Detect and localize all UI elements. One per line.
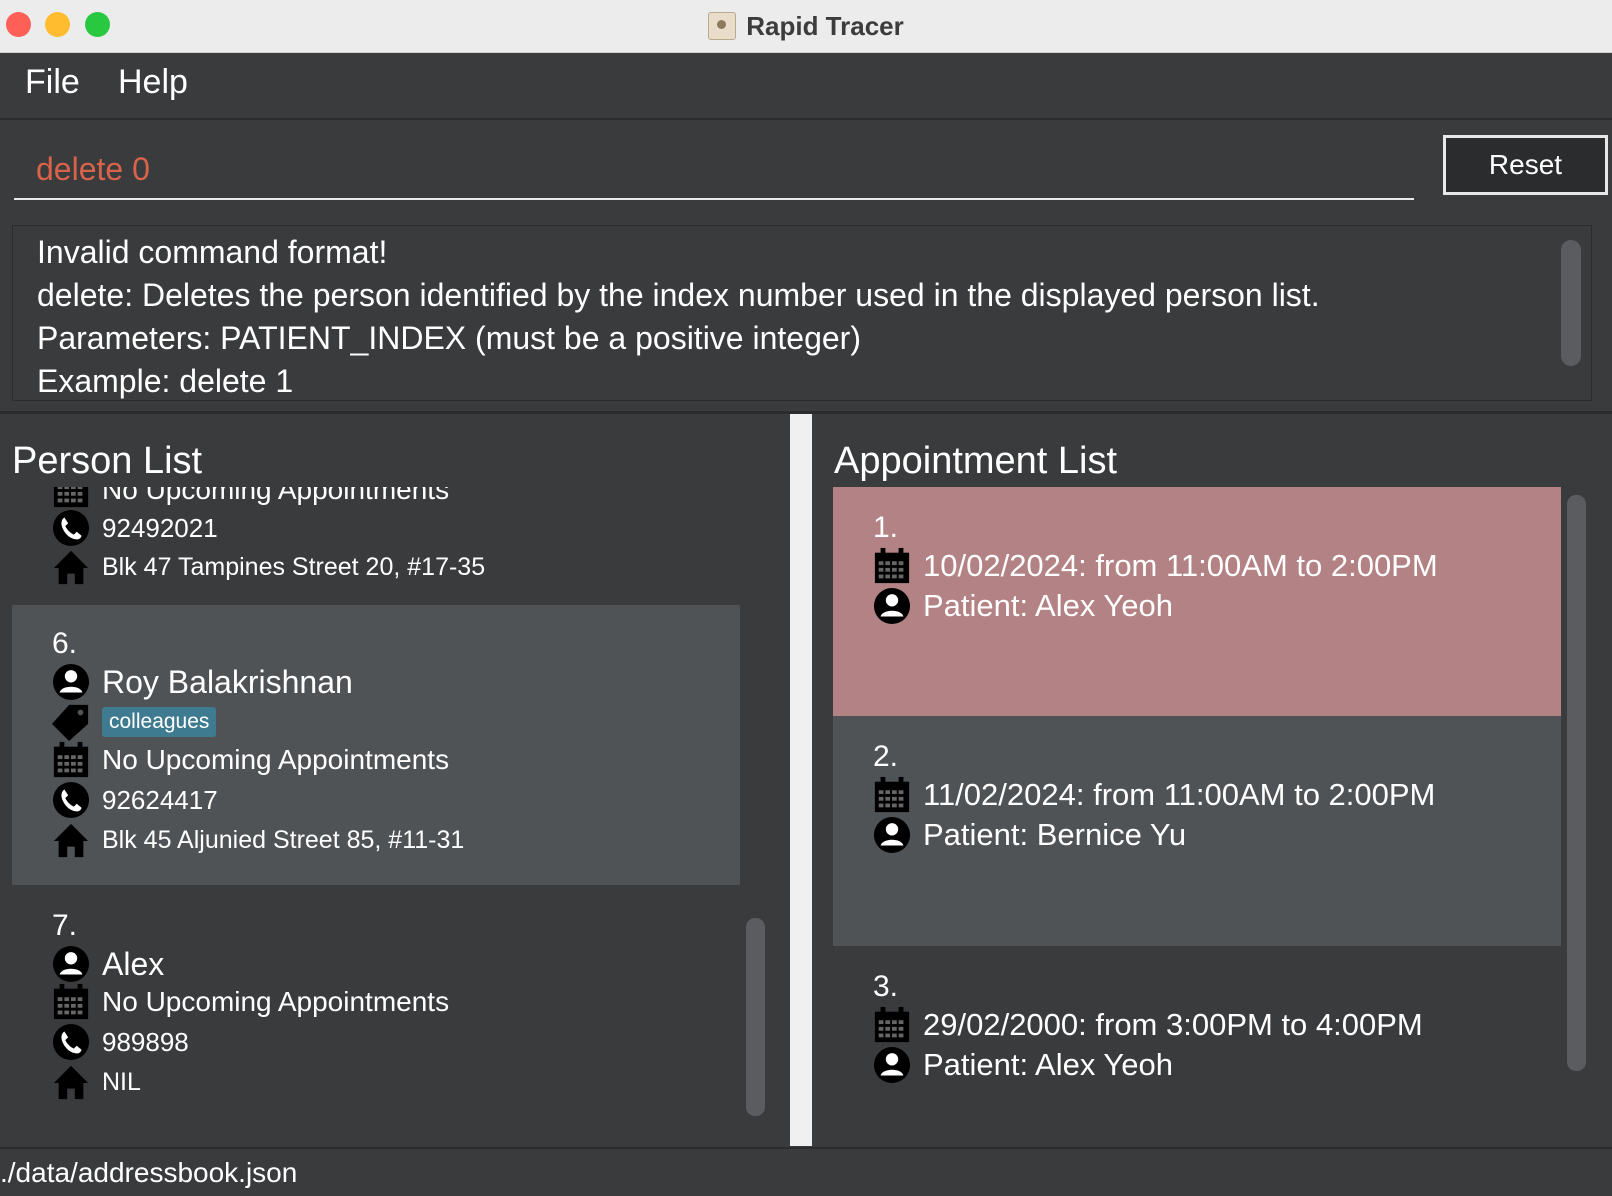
appointment-time-row: 11/02/2024: from 11:00AM to 2:00PM bbox=[873, 776, 1435, 814]
appointment-time-row: 10/02/2024: from 11:00AM to 2:00PM bbox=[873, 547, 1438, 585]
home-icon bbox=[52, 1063, 90, 1101]
calendar-icon bbox=[52, 487, 90, 509]
appointment-time: 10/02/2024: from 11:00AM to 2:00PM bbox=[923, 548, 1438, 583]
person-list-title: Person List bbox=[12, 440, 203, 482]
address-text: Blk 47 Tampines Street 20, #17-35 bbox=[102, 552, 486, 581]
phone-icon bbox=[52, 781, 90, 819]
appointments-text: No Upcoming Appointments bbox=[102, 487, 450, 505]
phone-row: 92492021 bbox=[52, 509, 218, 547]
address-row: Blk 47 Tampines Street 20, #17-35 bbox=[52, 548, 485, 586]
home-icon bbox=[52, 548, 90, 586]
appointment-list-scrollbar[interactable] bbox=[1567, 495, 1586, 1071]
card-index: 7. bbox=[52, 909, 78, 942]
name-row: Roy Balakrishnan bbox=[52, 663, 353, 701]
appointment-row: No Upcoming Appointments bbox=[52, 983, 449, 1021]
result-line: delete: Deletes the person identified by… bbox=[37, 277, 1320, 313]
phone-icon bbox=[52, 1023, 90, 1061]
calendar-icon bbox=[873, 547, 911, 585]
patient-name: Patient: Alex Yeoh bbox=[923, 588, 1173, 623]
phone-icon bbox=[52, 509, 90, 547]
calendar-icon bbox=[52, 741, 90, 779]
split-pane-divider[interactable] bbox=[790, 414, 812, 1146]
tag-icon bbox=[52, 703, 90, 741]
person-icon bbox=[52, 663, 90, 701]
tag-badge: colleagues bbox=[102, 707, 217, 737]
appointment-card[interactable]: 3. 29/02/2000: from 3:00PM to 4:00PM Pat… bbox=[833, 946, 1561, 1127]
result-display: Invalid command format! delete: Deletes … bbox=[12, 225, 1592, 401]
result-line: Parameters: PATIENT_INDEX (must be a pos… bbox=[37, 320, 861, 356]
address-text: Blk 45 Aljunied Street 85, #11-31 bbox=[102, 825, 465, 854]
calendar-icon bbox=[873, 776, 911, 814]
menu-help[interactable]: Help bbox=[118, 63, 188, 102]
person-list-scrollbar[interactable] bbox=[746, 918, 765, 1116]
phone-row: 92624417 bbox=[52, 781, 218, 819]
phone-text: 92624417 bbox=[102, 784, 218, 815]
name-row: Alex bbox=[52, 945, 164, 983]
status-bar: ./data/addressbook.json bbox=[0, 1147, 1612, 1196]
appointment-row: No Upcoming Appointments bbox=[52, 741, 449, 779]
app-window: Rapid Tracer File Help Reset Invalid com… bbox=[0, 0, 1612, 1196]
app-icon bbox=[708, 12, 737, 40]
calendar-icon bbox=[873, 1006, 911, 1044]
phone-text: 92492021 bbox=[102, 512, 218, 543]
phone-row: 989898 bbox=[52, 1023, 189, 1061]
phone-text: 989898 bbox=[102, 1026, 189, 1057]
person-icon bbox=[873, 816, 911, 854]
appointment-row: No Upcoming Appointments bbox=[52, 487, 449, 509]
card-index: 1. bbox=[873, 511, 899, 544]
result-line: Example: delete 1 bbox=[37, 363, 294, 399]
command-input[interactable] bbox=[14, 140, 1414, 200]
result-line: Invalid command format! bbox=[37, 234, 388, 270]
appointment-time-row: 29/02/2000: from 3:00PM to 4:00PM bbox=[873, 1006, 1423, 1044]
appointment-card[interactable]: 2. 11/02/2024: from 11:00AM to 2:00PM Pa… bbox=[833, 716, 1561, 946]
calendar-icon bbox=[52, 983, 90, 1021]
person-icon bbox=[873, 587, 911, 625]
title-group: Rapid Tracer bbox=[0, 0, 1612, 52]
patient-row: Patient: Alex Yeoh bbox=[873, 587, 1173, 625]
data-file-path: ./data/addressbook.json bbox=[0, 1157, 298, 1188]
card-index: 6. bbox=[52, 627, 78, 660]
command-box: Reset bbox=[0, 120, 1612, 208]
address-text: NIL bbox=[102, 1067, 141, 1096]
person-icon bbox=[52, 945, 90, 983]
person-name: Roy Balakrishnan bbox=[102, 663, 353, 700]
appointments-text: No Upcoming Appointments bbox=[102, 986, 450, 1017]
person-card[interactable]: 7. Alex No Upcoming Appointments 989898 … bbox=[12, 885, 740, 1125]
patient-name: Patient: Bernice Yu bbox=[923, 817, 1187, 852]
window-title: Rapid Tracer bbox=[746, 10, 904, 41]
card-index: 2. bbox=[873, 740, 899, 773]
person-list: No Upcoming Appointments 92492021 Blk 47… bbox=[12, 487, 740, 1127]
menu-bar: File Help bbox=[0, 53, 1612, 120]
appointment-time: 29/02/2000: from 3:00PM to 4:00PM bbox=[923, 1007, 1423, 1042]
person-name: Alex bbox=[102, 945, 165, 982]
result-scrollbar[interactable] bbox=[1561, 240, 1581, 366]
home-icon bbox=[52, 821, 90, 859]
patient-name: Patient: Alex Yeoh bbox=[923, 1047, 1173, 1082]
card-index: 3. bbox=[873, 970, 899, 1003]
person-card-partial[interactable]: No Upcoming Appointments 92492021 Blk 47… bbox=[12, 487, 740, 605]
person-card[interactable]: 6. Roy Balakrishnan colleagues No Upcomi… bbox=[12, 605, 740, 885]
appointment-time: 11/02/2024: from 11:00AM to 2:00PM bbox=[923, 777, 1436, 812]
address-row: Blk 45 Aljunied Street 85, #11-31 bbox=[52, 821, 464, 859]
patient-row: Patient: Bernice Yu bbox=[873, 816, 1186, 854]
address-row: NIL bbox=[52, 1063, 141, 1101]
menu-file[interactable]: File bbox=[25, 63, 80, 102]
appointment-list: 1. 10/02/2024: from 11:00AM to 2:00PM Pa… bbox=[833, 487, 1561, 1127]
appointment-list-title: Appointment List bbox=[834, 440, 1118, 482]
person-icon bbox=[873, 1046, 911, 1084]
title-bar: Rapid Tracer bbox=[0, 0, 1612, 53]
tag-row: colleagues bbox=[52, 703, 217, 741]
appointment-card[interactable]: 1. 10/02/2024: from 11:00AM to 2:00PM Pa… bbox=[833, 487, 1561, 716]
reset-button[interactable]: Reset bbox=[1443, 135, 1608, 195]
patient-row: Patient: Alex Yeoh bbox=[873, 1046, 1173, 1084]
appointments-text: No Upcoming Appointments bbox=[102, 744, 450, 775]
